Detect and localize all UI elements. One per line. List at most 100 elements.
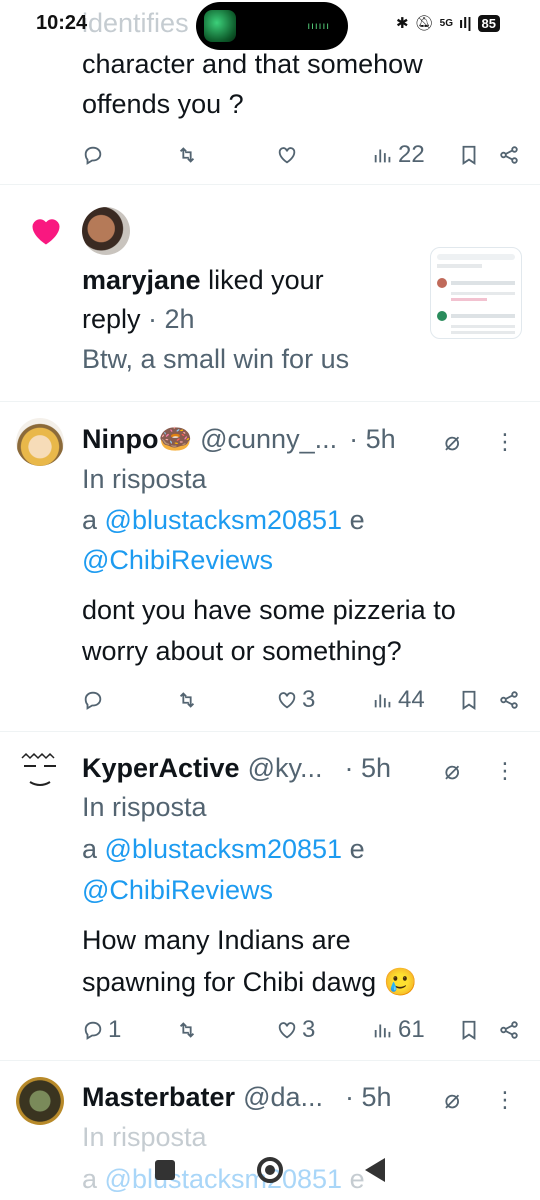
- bookmark-button[interactable]: [458, 1019, 480, 1041]
- tweet-text-line: How many Indians are: [82, 925, 351, 955]
- retweet-button[interactable]: [176, 689, 198, 711]
- notification-text: maryjane liked your reply · 2h: [82, 261, 402, 339]
- bookmark-icon: [462, 690, 476, 710]
- status-icons: ✱ 🔕︎ 5G ıl| 85: [396, 14, 500, 32]
- reply-icon: [84, 691, 102, 710]
- share-button[interactable]: [498, 689, 520, 711]
- reply-to-line: a @blustacksm20851 e: [82, 505, 365, 535]
- header-actions: ⌀ ⋮: [444, 426, 516, 457]
- tweet-text-line: spawning for Chibi dawg 🥲: [82, 967, 418, 997]
- reply-to-line: a @blustacksm20851 e: [82, 834, 365, 864]
- clock: 10:24: [36, 12, 88, 34]
- more-options-icon[interactable]: ⋮: [494, 429, 516, 455]
- reply-icon: [84, 1021, 102, 1040]
- tweet-time: · 5h: [349, 423, 396, 454]
- like-count: 3: [302, 1016, 316, 1043]
- views-icon: [374, 149, 391, 163]
- heart-icon: [278, 147, 296, 164]
- heart-icon: [278, 692, 296, 709]
- reply-button[interactable]: [82, 689, 104, 711]
- mute-icon: 🔕︎: [414, 15, 434, 32]
- bookmark-icon: [462, 145, 476, 165]
- tweet-text-line: dont you have some pizzeria to: [82, 595, 456, 625]
- status-bar: 10:24 ıııııı ✱ 🔕︎ 5G ıl| 85: [0, 0, 540, 50]
- views-button[interactable]: 61: [372, 1016, 425, 1044]
- tweet-header: KyperActive @ky... · 5h: [82, 748, 391, 788]
- share-icon: [500, 146, 518, 164]
- avatar[interactable]: [16, 418, 64, 466]
- views-count: 44: [398, 686, 425, 713]
- like-count: 3: [302, 686, 316, 713]
- views-button[interactable]: 22: [372, 141, 425, 169]
- reply-button[interactable]: 1: [82, 1016, 121, 1044]
- user-handle[interactable]: @da...: [243, 1082, 323, 1113]
- avatar[interactable]: [16, 1077, 64, 1125]
- home-button[interactable]: [257, 1157, 283, 1183]
- share-icon: [500, 691, 518, 709]
- user-handle[interactable]: @cunny_...: [200, 424, 337, 455]
- bookmark-button[interactable]: [458, 144, 480, 166]
- tweet-header: Ninpo🍩 @cunny_... · 5h: [82, 419, 396, 459]
- retweet-button[interactable]: [176, 1019, 198, 1041]
- user-handle[interactable]: @ky...: [248, 753, 323, 784]
- like-button[interactable]: 3: [276, 1016, 315, 1044]
- reply-tweet[interactable]: Ninpo🍩 @cunny_... · 5h ⌀ ⋮ In risposta a…: [0, 402, 540, 730]
- more-options-icon[interactable]: ⋮: [494, 758, 516, 784]
- mention-link[interactable]: @ChibiReviews: [82, 870, 273, 910]
- dynamic-island[interactable]: ıııııı: [196, 2, 348, 50]
- system-nav-bar: [0, 1140, 540, 1200]
- more-options-icon[interactable]: ⋮: [494, 1087, 516, 1113]
- notification-time: 2h: [164, 304, 195, 334]
- like-button[interactable]: 3: [276, 686, 315, 714]
- display-name[interactable]: KyperActive: [82, 753, 240, 784]
- tweet-time: · 5h: [344, 752, 392, 783]
- notification-target: reply: [82, 304, 141, 334]
- battery-icon: 85: [477, 14, 500, 32]
- back-button[interactable]: [365, 1158, 385, 1182]
- retweet-icon: [179, 1022, 195, 1038]
- grok-icon[interactable]: ⌀: [444, 755, 460, 786]
- grok-icon[interactable]: ⌀: [444, 426, 460, 457]
- notification-snippet: Btw, a small win for us: [82, 344, 350, 374]
- tweet-thumbnail[interactable]: [430, 247, 522, 339]
- bookmark-button[interactable]: [458, 689, 480, 711]
- like-button[interactable]: [276, 144, 298, 166]
- reply-icon: [84, 146, 102, 165]
- reply-count: 1: [108, 1016, 122, 1043]
- retweet-icon: [179, 692, 195, 708]
- share-button[interactable]: [498, 144, 520, 166]
- header-actions: ⌀ ⋮: [444, 1084, 516, 1115]
- avatar[interactable]: [82, 207, 130, 255]
- grok-icon[interactable]: ⌀: [444, 1084, 460, 1115]
- signal-icon: ıl|: [458, 14, 472, 32]
- display-name[interactable]: Ninpo🍩: [82, 423, 192, 455]
- retweet-button[interactable]: [176, 144, 198, 166]
- separator-dot: ·: [140, 304, 165, 334]
- recents-button[interactable]: [155, 1160, 175, 1180]
- reply-tweet[interactable]: KyperActive @ky... · 5h ⌀ ⋮ In risposta …: [0, 732, 540, 1060]
- bookmark-icon: [462, 1020, 476, 1040]
- tweet-actions: 22: [82, 133, 522, 177]
- views-count: 22: [398, 141, 425, 168]
- share-icon: [500, 1021, 518, 1039]
- app-activity-icon: [204, 10, 236, 42]
- mention-link[interactable]: @blustacksm20851: [105, 834, 343, 864]
- heart-icon: [278, 1022, 296, 1039]
- display-name[interactable]: Masterbater: [82, 1082, 235, 1113]
- share-button[interactable]: [498, 1019, 520, 1041]
- views-icon: [374, 1024, 391, 1038]
- tweet-actions: 3 44: [82, 678, 522, 722]
- mention-link[interactable]: @ChibiReviews: [82, 540, 273, 580]
- mention-link[interactable]: @blustacksm20851: [105, 505, 343, 535]
- like-notification[interactable]: maryjane liked your reply · 2h Btw, a sm…: [0, 185, 540, 401]
- face-icon: [21, 752, 56, 786]
- notification-user[interactable]: maryjane: [82, 265, 201, 295]
- audio-wave-icon: ıııııı: [307, 21, 330, 32]
- heart-filled-icon: [32, 219, 60, 245]
- avatar[interactable]: [16, 746, 64, 794]
- header-actions: ⌀ ⋮: [444, 755, 516, 786]
- views-button[interactable]: 44: [372, 686, 425, 714]
- network-label: 5G: [439, 17, 453, 29]
- views-icon: [374, 694, 391, 708]
- reply-button[interactable]: [82, 144, 104, 166]
